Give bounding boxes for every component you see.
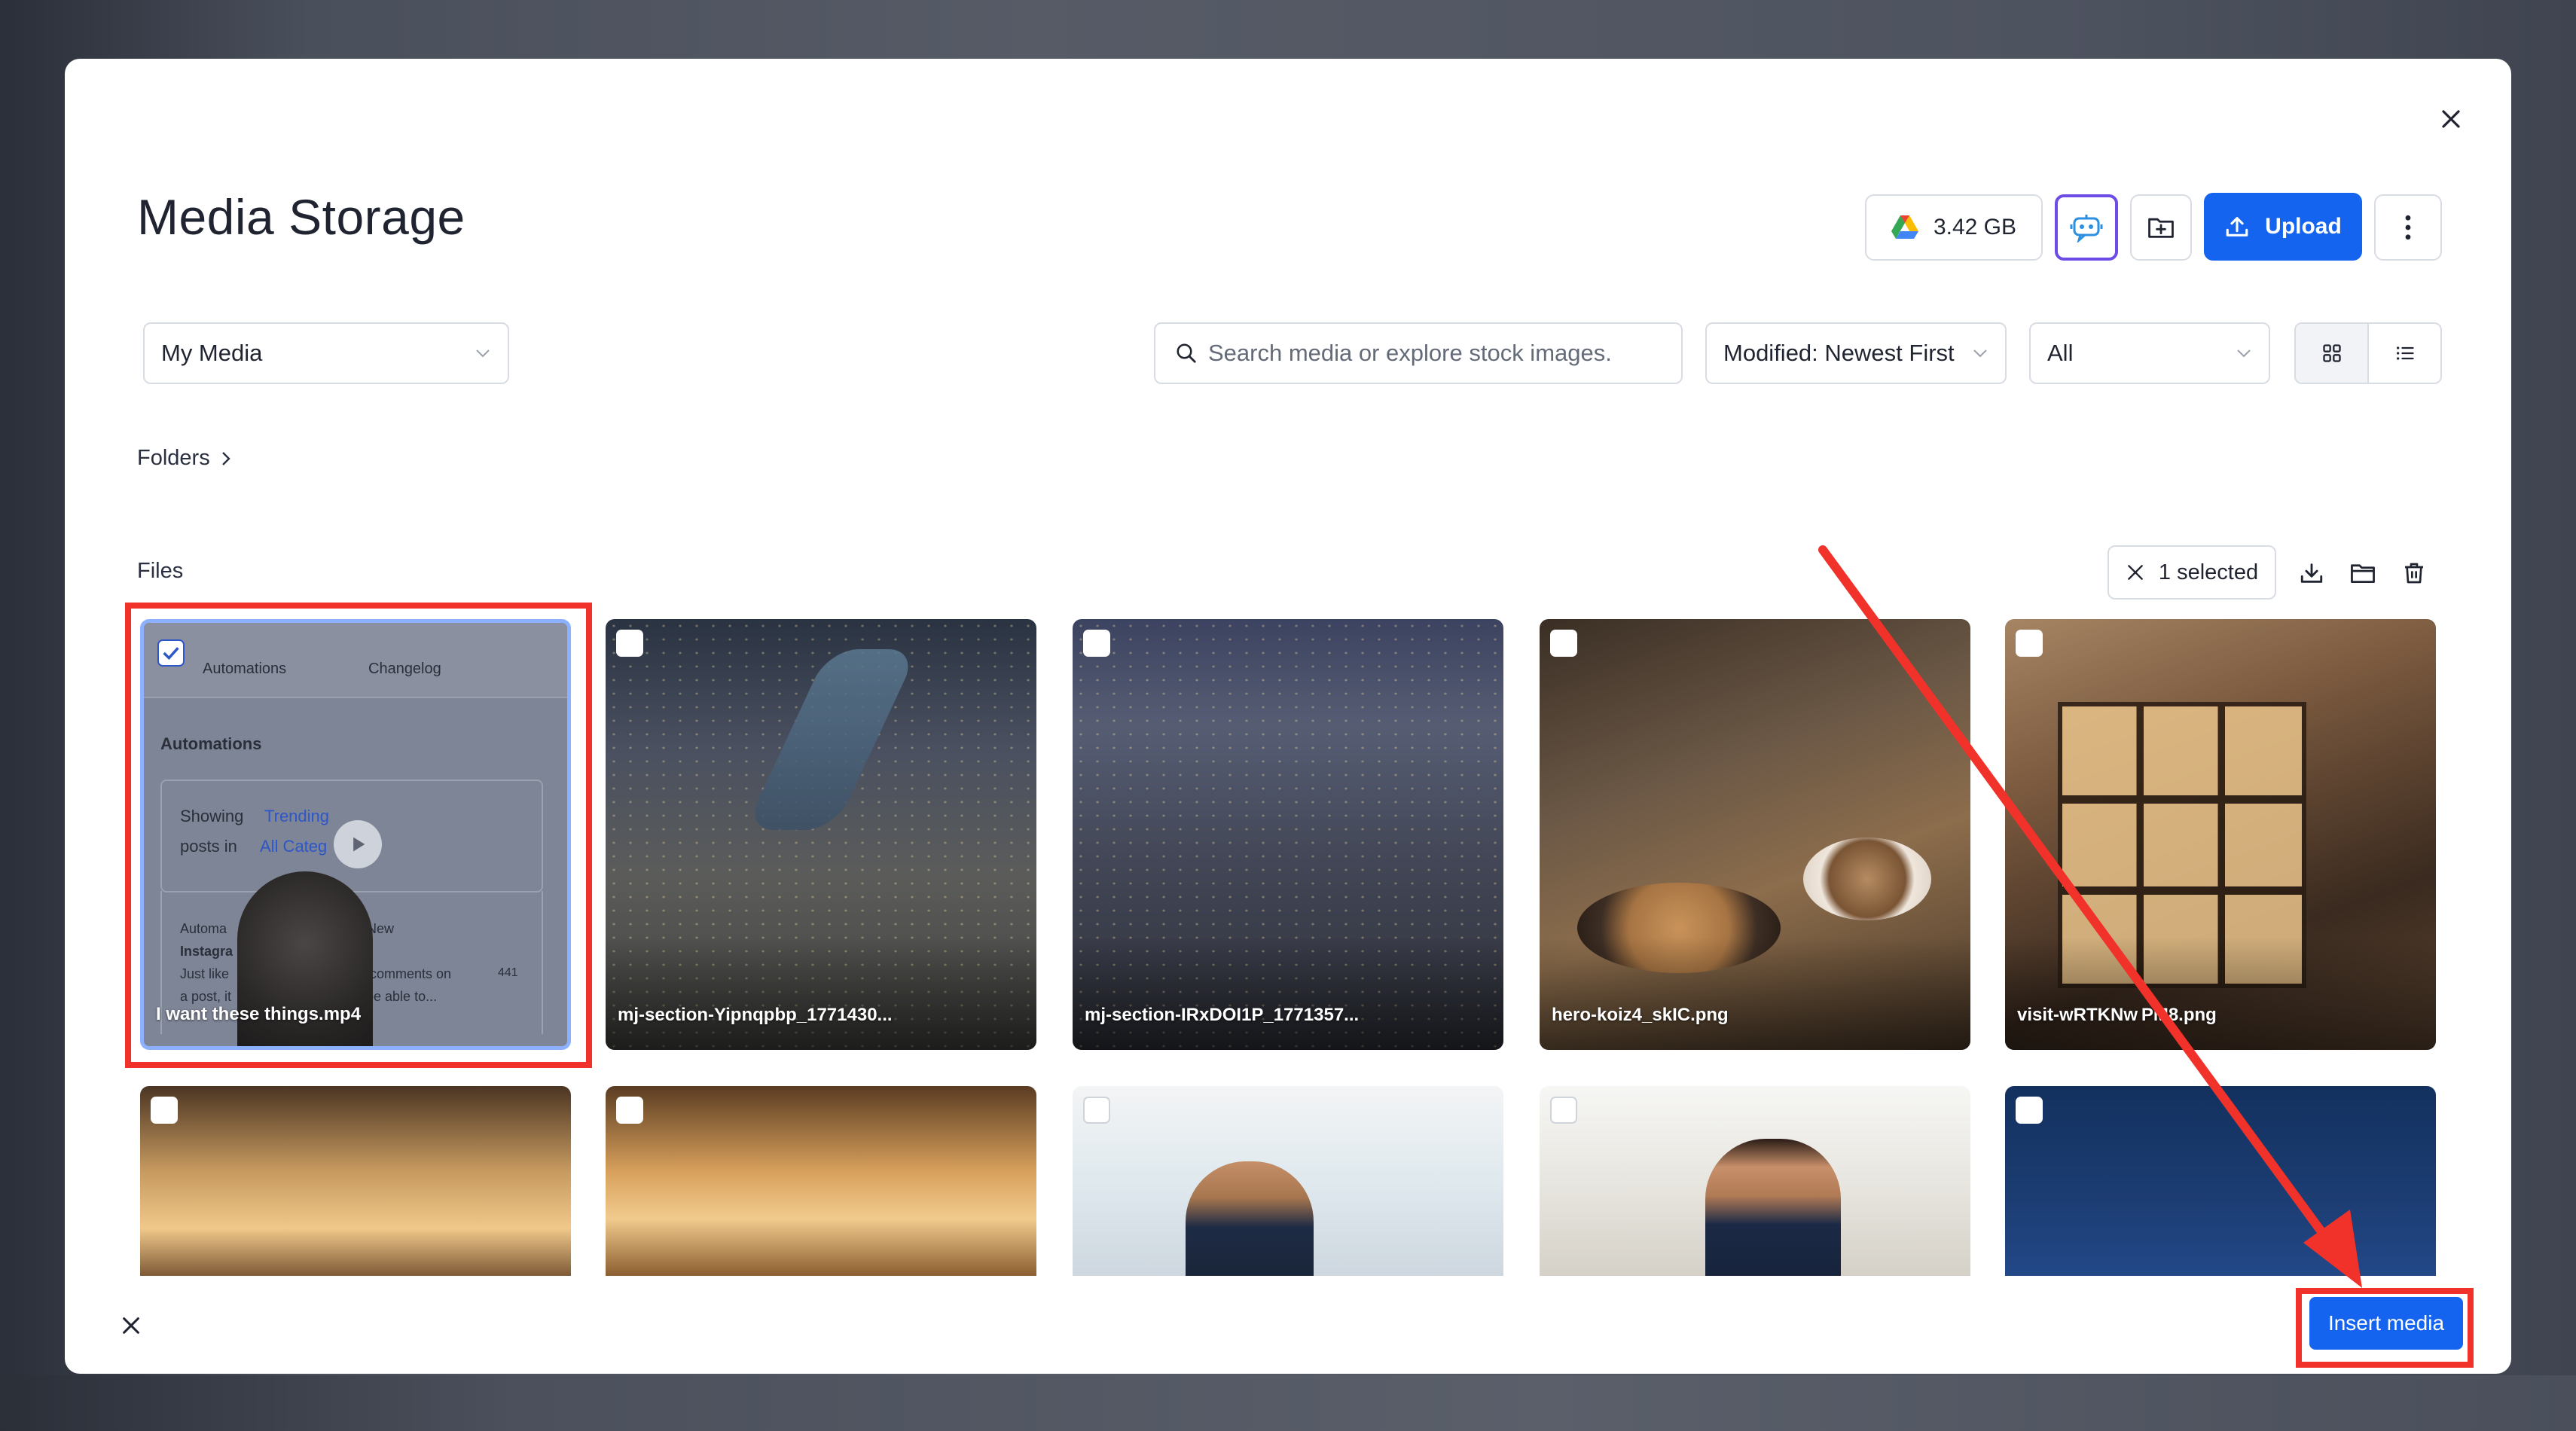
- annotation-arrow: [1818, 545, 2362, 1288]
